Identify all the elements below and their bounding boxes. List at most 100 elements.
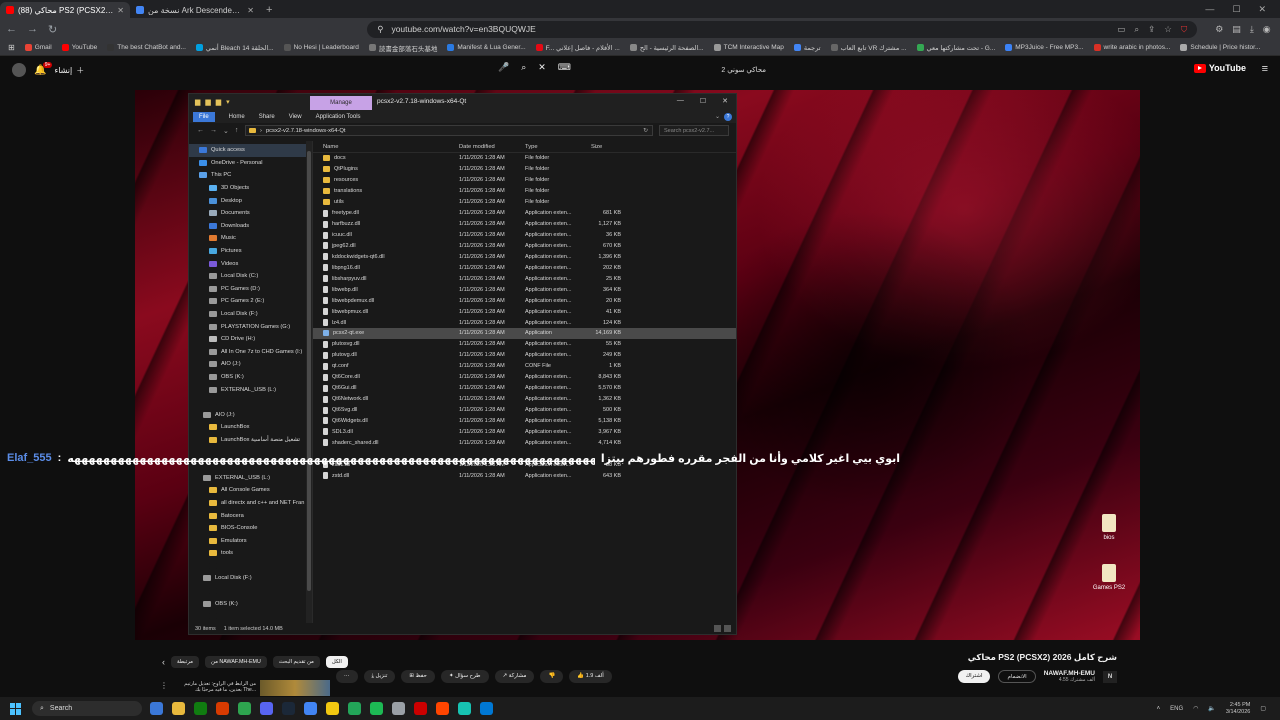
column-date-modified[interactable]: Date modified (449, 144, 525, 150)
volume-icon[interactable]: 🔈 (1208, 705, 1215, 712)
file-row[interactable]: harfbuzz.dll 1/11/2026 1:28 AM Application… (313, 219, 736, 230)
file-row[interactable]: resources 1/11/2026 1:28 AM File folder (313, 175, 736, 186)
browser-tab[interactable]: (88) محاكي PS2 (PCSX2) شرح كا... ✕ (0, 2, 130, 18)
nav-item[interactable]: all directx and c++ and NET Fran (189, 497, 312, 510)
bookmark-item[interactable]: Schedule | Price histor... (1180, 43, 1260, 53)
file-row[interactable]: Qt6Widgets.dll 1/11/2026 1:28 AM Applicati… (313, 416, 736, 427)
subscribe-button[interactable]: اشتراك (957, 670, 991, 683)
address-bar[interactable]: ⚲ youtube.com/watch?v=en3BQUQWJE ▭ ⌕ ⇪ ☆… (367, 20, 1198, 38)
bookmark-item[interactable]: الصفحة الرئيسية - الح... (629, 43, 704, 53)
file-row[interactable]: libpng16.dll 1/11/2026 1:28 AM Application… (313, 262, 736, 273)
chevron-left-icon[interactable]: ‹ (162, 657, 165, 667)
join-button[interactable]: الانضمام (998, 670, 1036, 683)
taskbar-app-icon[interactable] (326, 702, 339, 715)
taskbar-app-icon[interactable] (436, 702, 449, 715)
file-row[interactable]: Qt6Network.dll 1/11/2026 1:28 AM Applicati… (313, 394, 736, 405)
nav-item[interactable]: Videos (189, 257, 312, 270)
bookmark-item[interactable]: No Hesi | Leaderboard (283, 43, 359, 53)
bookmark-item[interactable]: MP3Juice - Free MP3... (1005, 43, 1084, 53)
ribbon-tab-share[interactable]: Share (259, 114, 275, 120)
chip-active[interactable]: الكل (325, 656, 348, 668)
bookmark-item[interactable]: YouTube (61, 43, 97, 53)
recent-icon[interactable]: ⌄ (223, 127, 229, 135)
file-row[interactable]: freetype.dll 1/11/2026 1:28 AM Application… (313, 208, 736, 219)
maximize-icon[interactable]: ☐ (700, 97, 706, 105)
clear-search-icon[interactable]: ✕ (538, 62, 546, 73)
file-row[interactable]: libwebpdemux.dll 1/11/2026 1:28 AM Applica… (313, 295, 736, 306)
nav-item[interactable]: OBS (K:) (189, 371, 312, 384)
channel-avatar[interactable]: N (1103, 670, 1117, 683)
language-indicator[interactable]: ENG (1170, 706, 1183, 712)
download-button[interactable]: ⤓ تنزيل (363, 670, 396, 683)
up-icon[interactable]: ↑ (235, 127, 239, 134)
taskbar-app-icon[interactable] (304, 702, 317, 715)
bookmark-item[interactable]: F... الأفلام - فاصل إعلاني ... (535, 43, 620, 53)
nav-item[interactable] (189, 610, 312, 623)
youtube-logo[interactable]: YouTube (1193, 63, 1246, 73)
taskbar-app-icon[interactable] (392, 702, 405, 715)
taskbar-app-icon[interactable] (480, 702, 493, 715)
tiles-view-icon[interactable] (724, 625, 731, 632)
more-actions-button[interactable]: ⋯ (336, 670, 358, 683)
search-icon[interactable]: ⌕ (521, 62, 526, 73)
close-icon[interactable]: ✕ (1258, 4, 1266, 15)
bookmark-item[interactable]: TCM Interactive Map (713, 43, 784, 53)
file-row[interactable]: zstd.dll 1/11/2026 1:28 AM Application ext… (313, 470, 736, 481)
nav-item[interactable]: Emulators (189, 534, 312, 547)
bookmark-item[interactable]: The best ChatBot and... (107, 43, 186, 53)
reload-icon[interactable]: ↻ (48, 23, 57, 36)
wifi-icon[interactable]: ◠ (1193, 705, 1198, 712)
chevron-down-icon[interactable]: ⌄ (715, 113, 720, 120)
back-icon[interactable]: ← (6, 23, 17, 35)
close-icon[interactable]: ✕ (722, 97, 728, 105)
forward-icon[interactable]: → (27, 23, 38, 35)
minimize-icon[interactable]: — (1205, 4, 1214, 14)
taskbar-app-icon[interactable] (194, 702, 207, 715)
ribbon-tab-home[interactable]: Home (229, 114, 245, 120)
zoom-icon[interactable]: ⌕ (1134, 24, 1139, 35)
file-row[interactable]: plutovg.dll 1/11/2026 1:28 AM Application … (313, 350, 736, 361)
file-row[interactable]: Qt6Gui.dll 1/11/2026 1:28 AM Application e… (313, 383, 736, 394)
file-row[interactable]: translations 1/11/2026 1:28 AM File folder (313, 186, 736, 197)
share-button[interactable]: ↗ مشاركة (494, 670, 535, 683)
profile-icon[interactable]: ◉ (1263, 24, 1271, 35)
microphone-icon[interactable]: 🎤 (498, 62, 509, 73)
site-info-icon[interactable]: ⚲ (377, 24, 383, 35)
bookmark-item[interactable]: تابع العاب VR مشترك ... (830, 43, 907, 53)
file-row[interactable]: icuuc.dll 1/11/2026 1:28 AM Application ex… (313, 230, 736, 241)
nav-item[interactable]: EXTERNAL_USB (L:) (189, 471, 312, 484)
file-row[interactable]: kddockwidgets-qt6.dll 1/11/2026 1:28 AM Ap… (313, 251, 736, 262)
desktop-icon-bios[interactable]: bios (1089, 514, 1129, 541)
column-type[interactable]: Type (525, 144, 591, 150)
nav-item[interactable]: Pictures (189, 245, 312, 258)
column-size[interactable]: Size (591, 144, 621, 150)
bookmark-item[interactable]: Gmail (24, 43, 52, 53)
nav-item[interactable]: This PC (189, 169, 312, 182)
search-input[interactable]: محاكي سوني 2 (586, 63, 786, 78)
chip[interactable]: من تقديم البحث (272, 656, 320, 668)
nav-item[interactable]: Local Disk (C:) (189, 270, 312, 283)
file-row[interactable]: pcsx2-qt.exe 1/11/2026 1:28 AM Application… (313, 328, 736, 339)
details-view-icon[interactable] (714, 625, 721, 632)
minimize-icon[interactable]: — (677, 97, 684, 105)
file-row[interactable]: Qt6Svg.dll 1/11/2026 1:28 AM Application e… (313, 405, 736, 416)
nav-item[interactable]: EXTERNAL_USB (L:) (189, 383, 312, 396)
taskbar-app-icon[interactable] (370, 702, 383, 715)
nav-item[interactable] (189, 585, 312, 598)
notifications-bell-icon[interactable]: 🔔 9+ (34, 61, 53, 76)
back-icon[interactable]: ← (197, 127, 204, 134)
new-tab-button[interactable]: + (260, 2, 278, 18)
refresh-icon[interactable]: ↻ (643, 128, 652, 134)
close-tab-icon[interactable]: ✕ (247, 6, 254, 15)
file-row[interactable]: Qt6Core.dll 1/11/2026 1:28 AM Application … (313, 372, 736, 383)
chip[interactable]: من NAWAF.MH-EMU (205, 656, 267, 668)
more-options-icon[interactable]: ⋮ (160, 681, 168, 690)
nav-item[interactable]: 3D Objects (189, 182, 312, 195)
nav-item[interactable]: PLAYSTATION Games (G:) (189, 320, 312, 333)
nav-item[interactable]: PC Games 2 (E:) (189, 295, 312, 308)
taskbar-app-icon[interactable] (150, 702, 163, 715)
file-row[interactable]: shaderc_shared.dll 1/11/2026 1:28 AM Appli… (313, 437, 736, 448)
nav-item[interactable]: Batocera (189, 509, 312, 522)
bookmark-item[interactable]: Manifest & Lua Gener... (447, 43, 526, 53)
apps-grid-icon[interactable]: ⊞ (8, 43, 15, 52)
